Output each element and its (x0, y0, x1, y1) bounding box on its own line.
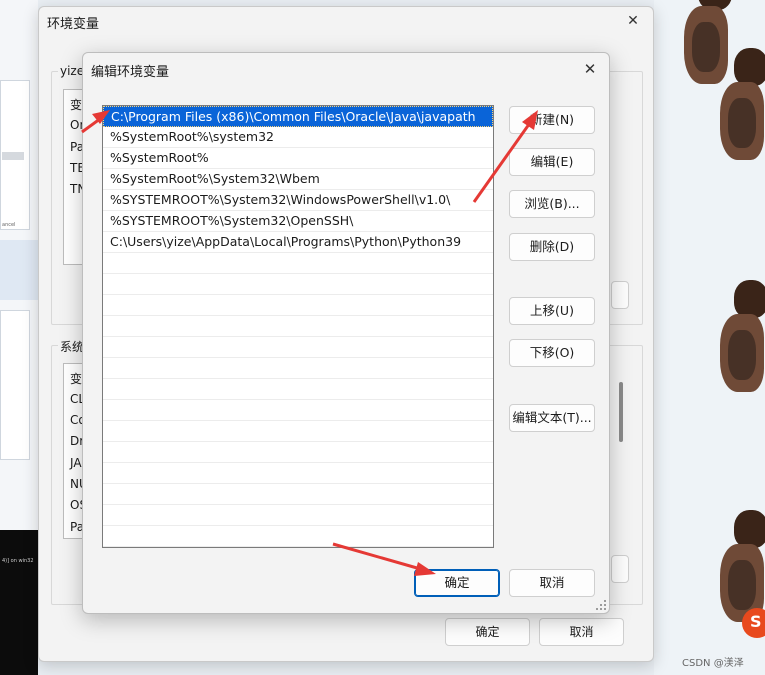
annotation-arrowhead-ok (414, 562, 436, 576)
annotation-arrowhead-new (522, 110, 538, 130)
annotation-arrow-ok (332, 542, 425, 572)
annotation-arrows (81, 110, 538, 576)
annotation-arrow-new (472, 119, 534, 203)
